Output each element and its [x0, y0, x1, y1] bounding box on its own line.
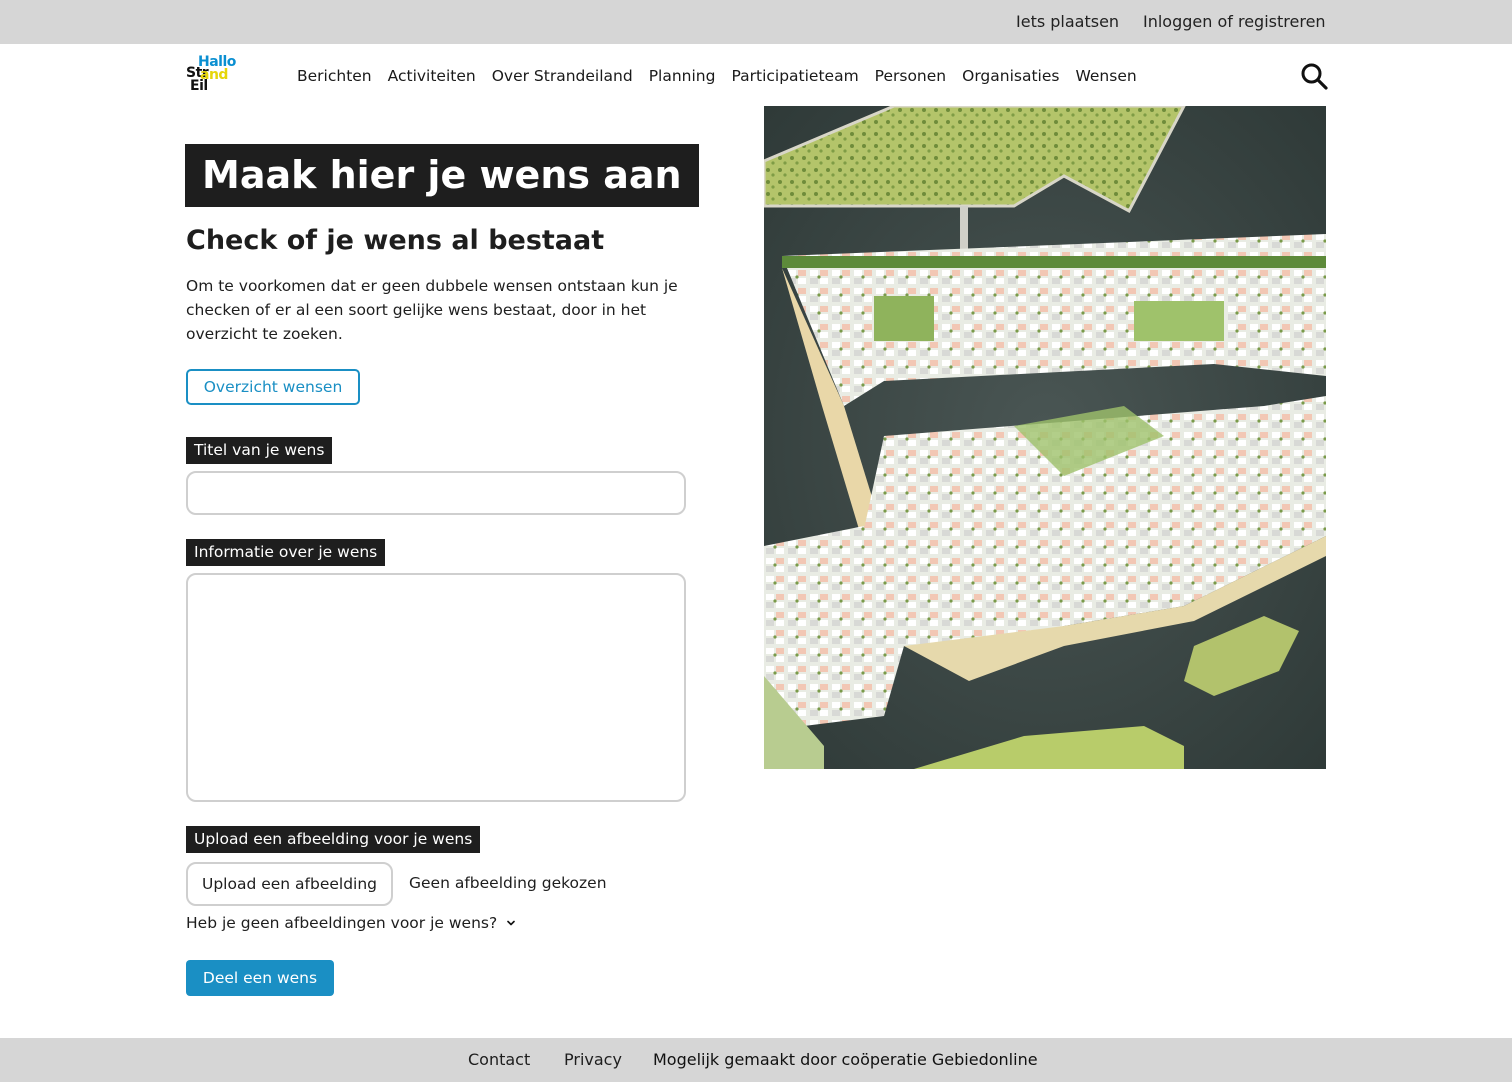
no-images-toggle[interactable]: Heb je geen afbeeldingen voor je wens?	[186, 914, 517, 932]
wish-title-label: Titel van je wens	[186, 437, 333, 464]
nav-item-participatieteam[interactable]: Participatieteam	[731, 67, 858, 85]
footer-contact-link[interactable]: Contact	[468, 1050, 530, 1069]
main-nav: Berichten Activiteiten Over Strandeiland…	[297, 67, 1153, 85]
nav-item-planning[interactable]: Planning	[649, 67, 716, 85]
utility-bar: Iets plaatsen Inloggen of registreren	[0, 0, 1512, 44]
nav-item-berichten[interactable]: Berichten	[297, 67, 372, 85]
strandeiland-map-image	[764, 106, 1326, 769]
footer-credit-link[interactable]: Mogelijk gemaakt door coöperatie Gebiedo…	[653, 1050, 1038, 1069]
site-logo[interactable]: Hallo Str and Eil	[186, 55, 250, 100]
login-register-link[interactable]: Inloggen of registreren	[1143, 12, 1326, 31]
page-title: Maak hier je wens aan	[185, 144, 699, 207]
search-icon[interactable]	[1300, 62, 1328, 90]
nav-item-activiteiten[interactable]: Activiteiten	[388, 67, 476, 85]
intro-text: Om te voorkomen dat er geen dubbele wens…	[186, 277, 678, 343]
share-wish-button[interactable]: Deel een wens	[186, 960, 334, 996]
nav-item-over-strandeiland[interactable]: Over Strandeiland	[492, 67, 633, 85]
logo-text-eil: Eil	[190, 78, 208, 94]
site-header: Hallo Str and Eil Berichten Activiteiten…	[0, 44, 1512, 106]
nav-item-personen[interactable]: Personen	[875, 67, 946, 85]
upload-status-text: Geen afbeelding gekozen	[409, 874, 607, 892]
section-title: Check of je wens al bestaat	[186, 225, 605, 256]
chevron-down-icon	[507, 920, 516, 926]
wish-info-textarea[interactable]	[186, 573, 686, 802]
upload-image-button[interactable]: Upload een afbeelding	[186, 862, 393, 906]
nav-item-wensen[interactable]: Wensen	[1075, 67, 1136, 85]
upload-image-label: Upload een afbeelding voor je wens	[186, 826, 481, 853]
post-something-link[interactable]: Iets plaatsen	[1016, 12, 1119, 31]
wish-info-label: Informatie over je wens	[186, 539, 386, 566]
overview-wishes-button[interactable]: Overzicht wensen	[186, 369, 360, 405]
no-images-toggle-label: Heb je geen afbeeldingen voor je wens?	[186, 914, 498, 932]
site-footer: Contact Privacy Mogelijk gemaakt door co…	[0, 1038, 1512, 1082]
footer-privacy-link[interactable]: Privacy	[564, 1050, 622, 1069]
nav-item-organisaties[interactable]: Organisaties	[962, 67, 1059, 85]
wish-title-input[interactable]	[186, 471, 686, 515]
